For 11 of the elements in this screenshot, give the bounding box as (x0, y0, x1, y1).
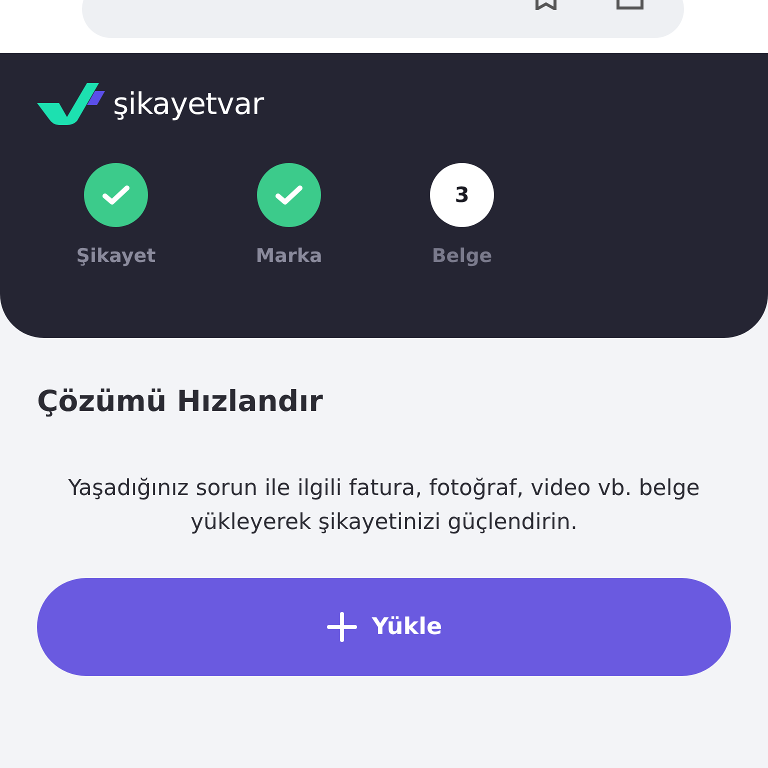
checkmark-logo-icon (37, 83, 105, 125)
tabs-icon[interactable] (615, 0, 645, 10)
upload-button[interactable]: Yükle (37, 578, 731, 676)
section-title: Çözümü Hızlandır (37, 384, 324, 418)
step-label: Şikayet (76, 245, 156, 267)
brand-name: şikayetvar (113, 86, 264, 122)
plus-icon (326, 611, 358, 643)
description-text: Yaşadığınız sorun ile ilgili fatura, fotoğraf, video vb. belge yükleyerek şikayetinizi güçlendirin. (67, 475, 701, 537)
step-number: 3 (430, 163, 494, 227)
step-label: Marka (256, 245, 322, 267)
step-label: Belge (432, 245, 492, 267)
